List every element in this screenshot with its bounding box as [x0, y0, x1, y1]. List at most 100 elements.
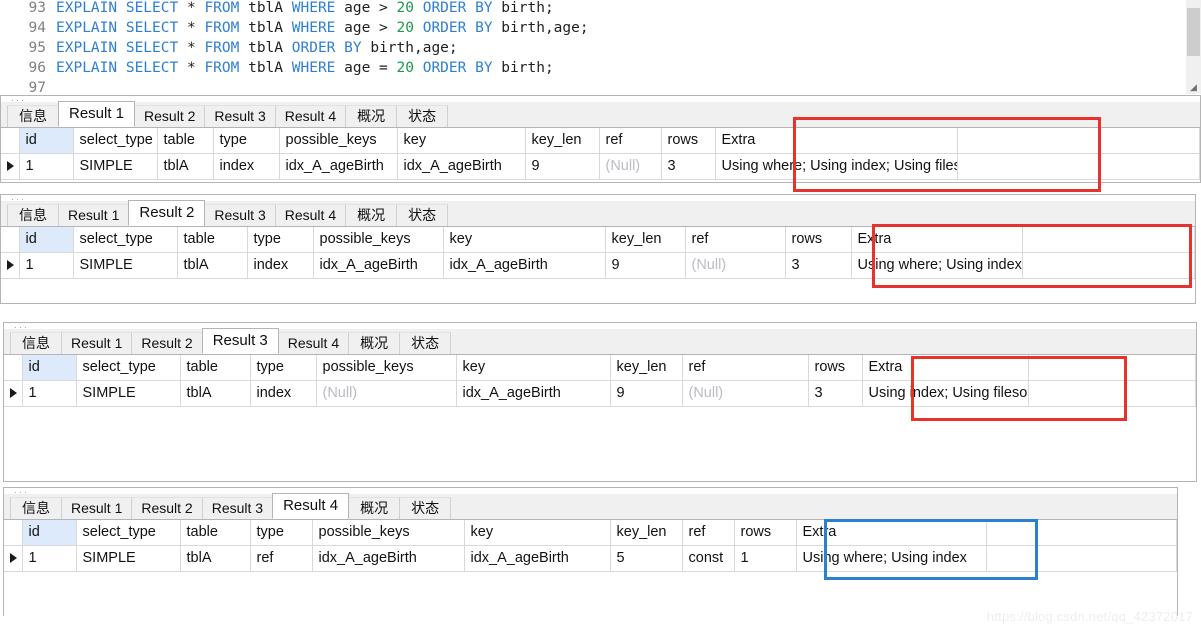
cell-possible_keys[interactable]: idx_A_ageBirth — [279, 153, 398, 180]
cell-table[interactable]: tblA — [157, 153, 214, 180]
tab-概况[interactable]: 概况 — [345, 105, 398, 127]
cell-key_len[interactable]: 9 — [525, 153, 600, 180]
cell-type[interactable]: ref — [250, 545, 313, 572]
column-header-key[interactable]: key — [443, 227, 606, 253]
tab-概况[interactable]: 概况 — [345, 204, 398, 226]
column-header-possible_keys[interactable]: possible_keys — [312, 520, 465, 546]
column-header-key[interactable]: key — [456, 355, 611, 381]
column-header-rows[interactable]: rows — [785, 227, 852, 253]
tab-状态[interactable]: 状态 — [399, 332, 452, 354]
tab-result-1[interactable]: Result 1 — [61, 332, 133, 354]
grid-corner-cell[interactable] — [1, 227, 20, 253]
cell-ref[interactable]: (Null) — [682, 380, 809, 407]
tab-result-4[interactable]: Result 4 — [274, 204, 347, 226]
tab-信息[interactable]: 信息 — [10, 497, 62, 519]
cell-possible_keys[interactable]: idx_A_ageBirth — [312, 545, 465, 572]
cell-extra[interactable]: Using where; Using index; Using filesort — [851, 252, 1024, 279]
tab-信息[interactable]: 信息 — [10, 332, 62, 354]
cell-id[interactable]: 1 — [22, 545, 77, 572]
current-row-indicator[interactable] — [4, 380, 23, 407]
column-header-id[interactable]: id — [22, 520, 77, 546]
column-header-ref[interactable]: ref — [599, 128, 662, 154]
tab-信息[interactable]: 信息 — [7, 105, 59, 127]
cell-type[interactable]: index — [250, 380, 317, 407]
column-header-rows[interactable]: rows — [661, 128, 716, 154]
column-header-type[interactable]: type — [250, 520, 313, 546]
tab-信息[interactable]: 信息 — [7, 204, 59, 226]
cell-id[interactable]: 1 — [22, 380, 77, 407]
cell-ref[interactable]: (Null) — [599, 153, 662, 180]
column-header-table[interactable]: table — [177, 227, 248, 253]
tab-result-1[interactable]: Result 1 — [58, 204, 130, 226]
cell-type[interactable]: index — [247, 252, 314, 279]
tab-状态[interactable]: 状态 — [396, 105, 449, 127]
cell-key[interactable]: idx_A_ageBirth — [464, 545, 611, 572]
grid-corner-cell[interactable] — [4, 520, 23, 546]
tab-result-3[interactable]: Result 3 — [201, 328, 279, 354]
tab-result-2[interactable]: Result 2 — [134, 105, 206, 127]
table-row[interactable]: 1 SIMPLE tblA index idx_A_ageBirth idx_A_ageB… — [1, 252, 1195, 279]
cell-select_type[interactable]: SIMPLE — [73, 252, 178, 279]
cell-select_type[interactable]: SIMPLE — [73, 153, 158, 180]
resize-grip-icon[interactable]: ◢ — [1190, 83, 1199, 92]
column-header-type[interactable]: type — [250, 355, 317, 381]
cell-key_len[interactable]: 5 — [610, 545, 683, 572]
cell-select_type[interactable]: SIMPLE — [76, 545, 181, 572]
column-header-possible_keys[interactable]: possible_keys — [313, 227, 444, 253]
cell-possible_keys[interactable]: (Null) — [316, 380, 457, 407]
column-header-ref[interactable]: ref — [685, 227, 786, 253]
column-header-ref[interactable]: ref — [682, 520, 735, 546]
column-header-possible_keys[interactable]: possible_keys — [279, 128, 398, 154]
code-line-text[interactable]: EXPLAIN SELECT * FROM tblA WHERE age = 2… — [56, 60, 554, 76]
column-header-rows[interactable]: rows — [808, 355, 863, 381]
cell-extra[interactable]: Using where; Using index; Using filesort — [715, 153, 958, 180]
column-header-select_type[interactable]: select_type — [76, 520, 181, 546]
column-header-select_type[interactable]: select_type — [76, 355, 181, 381]
column-header-id[interactable]: id — [19, 128, 74, 154]
cell-rows[interactable]: 3 — [785, 252, 852, 279]
cell-select_type[interactable]: SIMPLE — [76, 380, 181, 407]
tab-result-2[interactable]: Result 2 — [131, 332, 203, 354]
tab-概况[interactable]: 概况 — [348, 332, 401, 354]
column-header-extra[interactable]: Extra — [862, 355, 1030, 381]
cell-possible_keys[interactable]: idx_A_ageBirth — [313, 252, 444, 279]
cell-key_len[interactable]: 9 — [605, 252, 686, 279]
grid-corner-cell[interactable] — [4, 355, 23, 381]
cell-table[interactable]: tblA — [180, 545, 251, 572]
current-row-indicator[interactable] — [4, 545, 23, 572]
current-row-indicator[interactable] — [1, 252, 20, 279]
cell-extra[interactable]: Using index; Using filesort — [862, 380, 1030, 407]
cell-id[interactable]: 1 — [19, 153, 74, 180]
cell-type[interactable]: index — [213, 153, 280, 180]
column-header-extra[interactable]: Extra — [715, 128, 958, 154]
column-header-key_len[interactable]: key_len — [610, 355, 683, 381]
tab-状态[interactable]: 状态 — [396, 204, 449, 226]
cell-rows[interactable]: 1 — [734, 545, 797, 572]
cell-table[interactable]: tblA — [180, 380, 251, 407]
column-header-extra[interactable]: Extra — [796, 520, 987, 546]
column-header-select_type[interactable]: select_type — [73, 227, 178, 253]
cell-id[interactable]: 1 — [19, 252, 74, 279]
current-row-indicator[interactable] — [1, 153, 20, 180]
column-header-ref[interactable]: ref — [682, 355, 809, 381]
grid-corner-cell[interactable] — [1, 128, 20, 154]
cell-extra[interactable]: Using where; Using index — [796, 545, 987, 572]
cell-rows[interactable]: 3 — [661, 153, 716, 180]
tab-result-4[interactable]: Result 4 — [277, 332, 350, 354]
table-row[interactable]: 1 SIMPLE tblA ref idx_A_ageBirth idx_A_ageBir… — [4, 545, 1178, 572]
code-line-text[interactable]: EXPLAIN SELECT * FROM tblA ORDER BY birt… — [56, 40, 458, 56]
tab-result-2[interactable]: Result 2 — [131, 497, 203, 519]
tab-result-3[interactable]: Result 3 — [204, 105, 276, 127]
column-header-type[interactable]: type — [247, 227, 314, 253]
tab-概况[interactable]: 概况 — [348, 497, 401, 519]
cell-key_len[interactable]: 9 — [610, 380, 683, 407]
editor-vertical-scrollbar[interactable] — [1186, 0, 1201, 94]
cell-ref[interactable]: const — [682, 545, 735, 572]
column-header-extra[interactable]: Extra — [851, 227, 1024, 253]
tab-result-2[interactable]: Result 2 — [128, 200, 206, 226]
column-header-table[interactable]: table — [180, 355, 251, 381]
tab-result-4[interactable]: Result 4 — [274, 105, 347, 127]
tab-result-3[interactable]: Result 3 — [204, 204, 276, 226]
cell-table[interactable]: tblA — [177, 252, 248, 279]
tab-result-3[interactable]: Result 3 — [201, 497, 274, 519]
